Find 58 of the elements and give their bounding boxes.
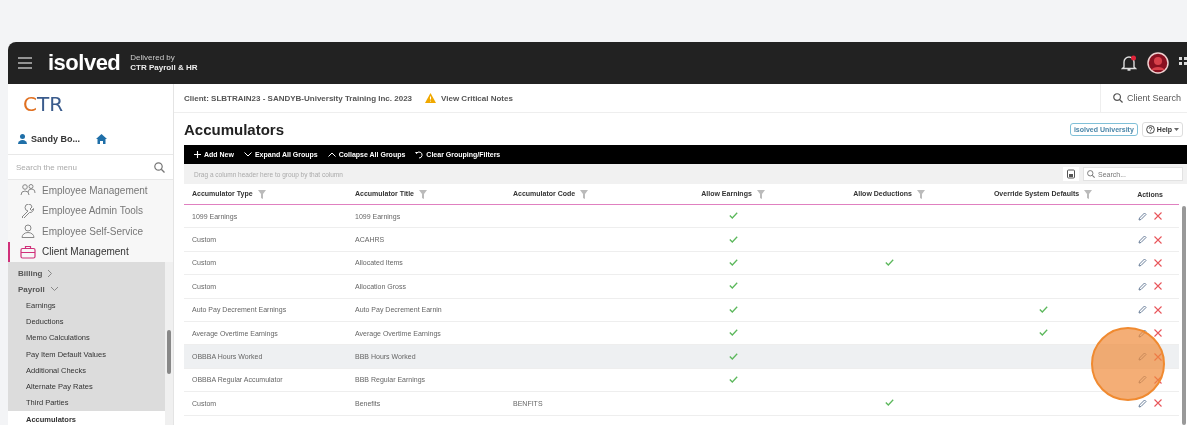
bell-icon[interactable] — [1121, 54, 1137, 72]
brand-logo: isolved — [48, 50, 121, 76]
company-logo: CTR — [8, 84, 173, 124]
filter-icon[interactable] — [580, 189, 589, 199]
delete-icon[interactable] — [1154, 329, 1163, 338]
menu-search-field[interactable]: Search the menu — [8, 154, 173, 180]
pencil-icon[interactable] — [1137, 211, 1147, 221]
user-icon — [18, 134, 27, 144]
pencil-icon[interactable] — [1137, 281, 1147, 291]
chevron-down-icon — [243, 152, 252, 157]
pencil-icon[interactable] — [1137, 258, 1147, 268]
nav-item[interactable]: Employee Admin Tools — [8, 200, 173, 221]
delete-icon[interactable] — [1154, 399, 1163, 408]
filter-icon[interactable] — [257, 189, 266, 199]
pencil-icon[interactable] — [1137, 398, 1147, 408]
page-title: Accumulators — [184, 120, 285, 138]
menu-icon[interactable] — [18, 57, 32, 69]
filter-icon[interactable] — [916, 189, 925, 199]
search-icon — [1087, 170, 1095, 178]
delete-icon[interactable] — [1154, 282, 1163, 291]
scrollbar[interactable] — [1182, 206, 1186, 425]
client-label: Client: SLBTRAIN23 - SANDYB-University Training Inc. 2023 — [184, 93, 413, 103]
delivered-by-label: Delivered by — [130, 53, 176, 63]
people-icon — [20, 183, 36, 198]
home-icon[interactable] — [96, 134, 107, 144]
save-icon[interactable] — [1063, 167, 1079, 181]
help-icon — [1145, 124, 1155, 134]
nav-item[interactable]: Employee Management — [8, 180, 173, 201]
chevron-right-icon — [47, 268, 54, 278]
undo-icon — [415, 150, 424, 159]
scrollbar[interactable] — [165, 262, 173, 425]
client-search-button[interactable]: Client Search — [1099, 84, 1187, 112]
briefcase-icon — [20, 244, 36, 259]
nav-item[interactable]: Employee Self-Service — [8, 221, 173, 242]
chevron-up-icon — [327, 152, 336, 157]
submenu-group[interactable]: Billing — [18, 265, 165, 281]
pencil-icon[interactable] — [1137, 235, 1147, 245]
delete-icon[interactable] — [1154, 258, 1163, 267]
delete-icon[interactable] — [1154, 212, 1163, 221]
critical-notes-link[interactable]: View Critical Notes — [441, 93, 513, 103]
submenu-group[interactable]: Payroll — [18, 281, 165, 297]
search-icon — [1112, 93, 1123, 103]
search-icon — [154, 162, 165, 173]
person-icon — [20, 224, 36, 239]
delete-icon[interactable] — [1154, 305, 1163, 314]
wrench-icon — [20, 203, 36, 218]
filter-icon[interactable] — [418, 189, 427, 199]
partner-name: CTR Payroll & HR — [130, 63, 198, 73]
filter-icon[interactable] — [1084, 189, 1093, 199]
user-name[interactable]: Sandy Bo... — [31, 134, 80, 144]
warning-icon — [425, 93, 437, 103]
filter-icon[interactable] — [756, 189, 765, 199]
avatar-icon[interactable] — [1147, 52, 1169, 74]
pencil-icon[interactable] — [1137, 305, 1147, 315]
chevron-down-icon — [49, 286, 59, 292]
delete-icon[interactable] — [1154, 235, 1163, 244]
plus-icon — [194, 151, 201, 158]
caret-icon — [1174, 127, 1179, 131]
